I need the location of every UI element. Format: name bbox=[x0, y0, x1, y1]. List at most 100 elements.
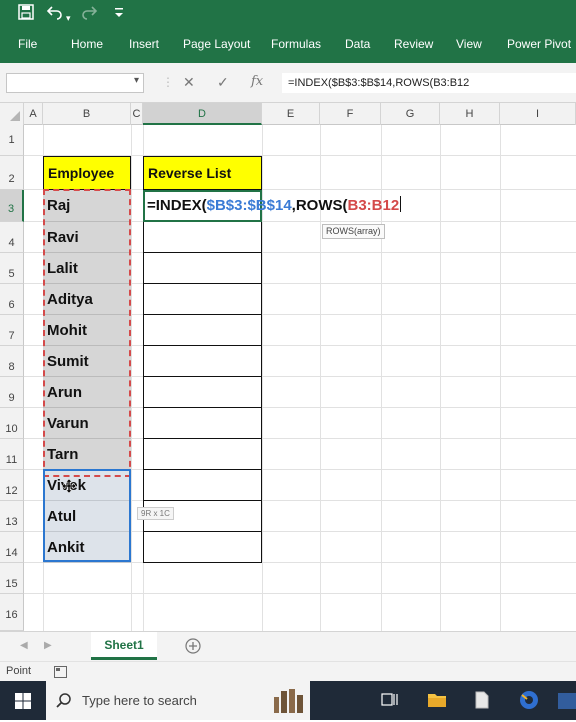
employee-cell[interactable]: Mohit bbox=[43, 315, 131, 346]
reverse-list-cell[interactable] bbox=[143, 470, 262, 501]
reverse-list-cell[interactable] bbox=[143, 284, 262, 315]
column-header-d[interactable]: D bbox=[143, 103, 262, 125]
cancel-icon[interactable]: ✕ bbox=[183, 74, 195, 91]
enter-icon[interactable]: ✓ bbox=[217, 74, 229, 91]
sheet-tab-bar: ◀ ▶ Sheet1 bbox=[0, 631, 576, 661]
row-header[interactable]: 7 bbox=[0, 315, 24, 346]
select-all-corner[interactable] bbox=[0, 103, 24, 125]
browser-icon[interactable] bbox=[518, 690, 540, 715]
row-header[interactable]: 15 bbox=[0, 563, 24, 594]
customize-toolbar-icon[interactable] bbox=[114, 6, 124, 26]
undo-icon[interactable] bbox=[46, 4, 64, 26]
employee-cell[interactable]: Varun bbox=[43, 408, 131, 439]
file-explorer-icon[interactable] bbox=[427, 691, 447, 714]
name-box[interactable]: ▾ bbox=[6, 73, 144, 93]
header-employee[interactable]: Employee bbox=[43, 156, 131, 190]
save-icon[interactable] bbox=[18, 4, 34, 26]
row-header[interactable]: 9 bbox=[0, 377, 24, 408]
reverse-list-cell[interactable] bbox=[143, 222, 262, 253]
formula-ref-red: B3:B12 bbox=[347, 197, 400, 214]
column-headers: A B C D E F G H I bbox=[0, 103, 576, 125]
column-header-f[interactable]: F bbox=[320, 103, 381, 125]
function-tooltip[interactable]: ROWS(array) bbox=[322, 224, 385, 239]
row-header[interactable]: 6 bbox=[0, 284, 24, 315]
scroll-right-icon[interactable]: ▶ bbox=[44, 640, 52, 651]
reverse-list-cell[interactable] bbox=[143, 532, 262, 563]
formula-function-text: =INDEX( bbox=[147, 197, 207, 214]
row-header[interactable]: 13 bbox=[0, 501, 24, 532]
employee-cell[interactable]: Sumit bbox=[43, 346, 131, 377]
plus-circle-icon[interactable] bbox=[183, 636, 203, 661]
undo-dropdown-icon[interactable]: ▾ bbox=[66, 8, 71, 28]
reverse-list-cell[interactable] bbox=[143, 377, 262, 408]
tab-review[interactable]: Review bbox=[394, 37, 433, 51]
insert-function-icon[interactable]: fx bbox=[251, 74, 263, 89]
tab-insert[interactable]: Insert bbox=[129, 37, 159, 51]
document-app-icon[interactable] bbox=[474, 691, 490, 714]
title-bar: ▾ bbox=[0, 0, 576, 28]
row-header[interactable]: 4 bbox=[0, 222, 24, 253]
employee-cell[interactable]: Vivek bbox=[43, 470, 131, 501]
row-header[interactable]: 8 bbox=[0, 346, 24, 377]
formula-input[interactable]: =INDEX($B$3:$B$14,ROWS(B3:B12 bbox=[282, 73, 576, 93]
search-placeholder: Type here to search bbox=[82, 693, 197, 708]
column-header-a[interactable]: A bbox=[24, 103, 43, 125]
taskbar-search[interactable]: Type here to search bbox=[46, 681, 310, 720]
employee-cell[interactable]: Raj bbox=[43, 190, 131, 222]
reverse-list-cell[interactable] bbox=[143, 315, 262, 346]
row-header[interactable]: 16 bbox=[0, 594, 24, 631]
separator-icon: ⋮ bbox=[162, 75, 174, 89]
taskbar: Type here to search bbox=[0, 681, 576, 720]
employee-cell[interactable]: Arun bbox=[43, 377, 131, 408]
row-header[interactable]: 1 bbox=[0, 125, 24, 156]
employee-cell[interactable]: Ravi bbox=[43, 222, 131, 253]
column-header-c[interactable]: C bbox=[131, 103, 143, 125]
tab-home[interactable]: Home bbox=[71, 37, 103, 51]
tab-view[interactable]: View bbox=[456, 37, 482, 51]
gridline bbox=[24, 593, 576, 594]
header-reverse-list[interactable]: Reverse List bbox=[143, 156, 262, 190]
gridline bbox=[131, 125, 132, 631]
tab-power-pivot[interactable]: Power Pivot bbox=[507, 37, 571, 51]
chevron-down-icon[interactable]: ▾ bbox=[134, 75, 139, 86]
tab-page-layout[interactable]: Page Layout bbox=[183, 37, 250, 51]
task-view-icon[interactable] bbox=[381, 692, 399, 713]
row-header[interactable]: 14 bbox=[0, 532, 24, 563]
formula-ref-blue: $B$3:$B$14 bbox=[206, 197, 292, 214]
column-header-i[interactable]: I bbox=[500, 103, 576, 125]
column-header-e[interactable]: E bbox=[262, 103, 320, 125]
tab-formulas[interactable]: Formulas bbox=[271, 37, 321, 51]
employee-cell[interactable]: Ankit bbox=[43, 532, 131, 563]
redo-icon[interactable] bbox=[80, 4, 98, 26]
sheet-tab-sheet1[interactable]: Sheet1 bbox=[91, 632, 157, 660]
tab-data[interactable]: Data bbox=[345, 37, 370, 51]
cell-edit-formula[interactable]: =INDEX($B$3:$B$14,ROWS(B3:B12 bbox=[147, 196, 402, 216]
selection-size-hint: 9R x 1C bbox=[137, 507, 174, 520]
status-mode: Point bbox=[6, 665, 32, 677]
taskbar-app-icon[interactable] bbox=[558, 693, 576, 709]
column-header-g[interactable]: G bbox=[381, 103, 440, 125]
text-cursor bbox=[400, 196, 402, 212]
formula-function-text: ,ROWS( bbox=[291, 197, 348, 214]
reverse-list-cell[interactable] bbox=[143, 253, 262, 284]
employee-cell[interactable]: Atul bbox=[43, 501, 131, 532]
search-highlight-icon bbox=[272, 685, 308, 722]
reverse-list-cell[interactable] bbox=[143, 439, 262, 470]
row-header[interactable]: 10 bbox=[0, 408, 24, 439]
reverse-list-cell[interactable] bbox=[143, 346, 262, 377]
employee-cell[interactable]: Lalit bbox=[43, 253, 131, 284]
column-header-h[interactable]: H bbox=[440, 103, 500, 125]
employee-cell[interactable]: Tarn bbox=[43, 439, 131, 470]
row-header[interactable]: 5 bbox=[0, 253, 24, 284]
row-header[interactable]: 2 bbox=[0, 156, 24, 190]
row-header[interactable]: 3 bbox=[0, 190, 24, 222]
row-header[interactable]: 11 bbox=[0, 439, 24, 470]
windows-start-icon[interactable] bbox=[15, 693, 31, 714]
scroll-left-icon[interactable]: ◀ bbox=[20, 640, 28, 651]
row-header[interactable]: 12 bbox=[0, 470, 24, 501]
reverse-list-cell[interactable] bbox=[143, 408, 262, 439]
gridline bbox=[440, 125, 441, 631]
tab-file[interactable]: File bbox=[18, 37, 37, 51]
employee-cell[interactable]: Aditya bbox=[43, 284, 131, 315]
column-header-b[interactable]: B bbox=[43, 103, 131, 125]
